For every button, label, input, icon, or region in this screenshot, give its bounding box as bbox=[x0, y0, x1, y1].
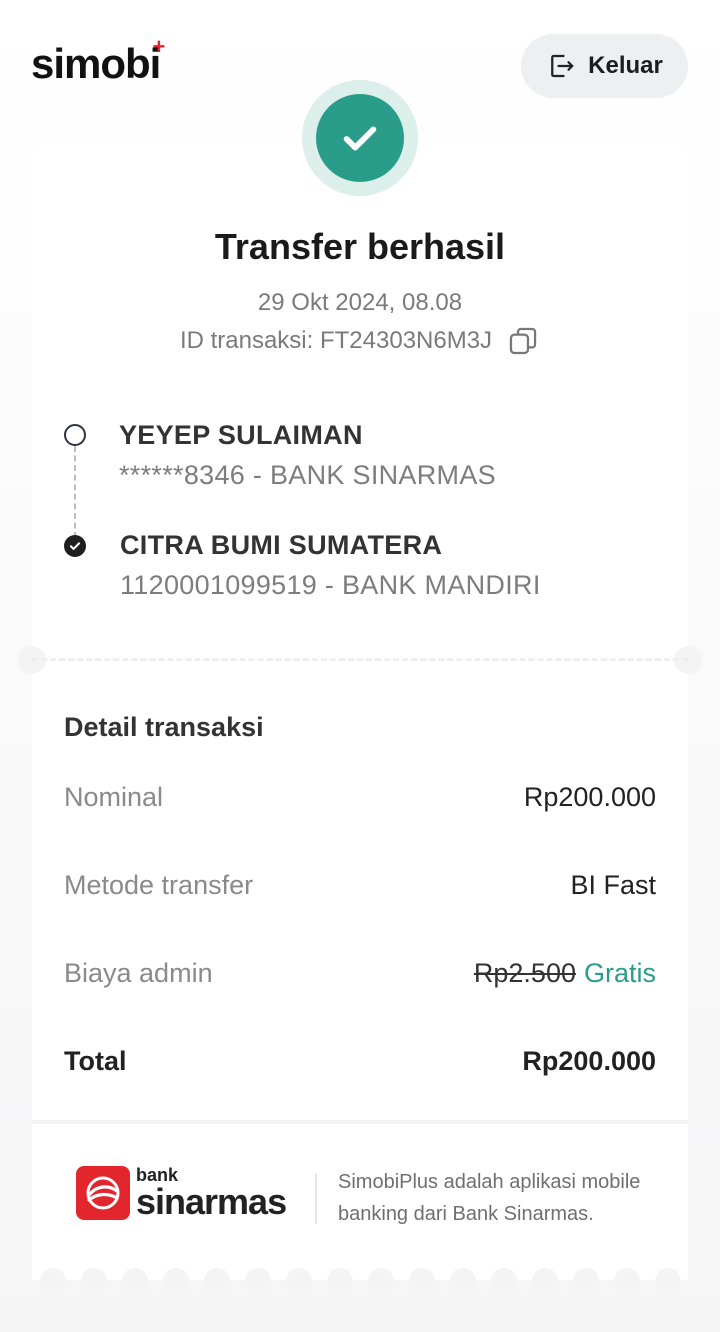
logout-icon bbox=[551, 54, 574, 78]
receipt-card: Transfer berhasil 29 Okt 2024, 08.08 ID … bbox=[18, 138, 702, 1294]
sender-account: ******8346 - BANK SINARMAS bbox=[119, 460, 496, 490]
method-label: Metode transfer bbox=[64, 870, 254, 900]
footer-divider bbox=[32, 1120, 688, 1124]
sender-dot-icon bbox=[64, 424, 86, 446]
logout-label: Keluar bbox=[588, 52, 663, 79]
recipient-account: 1120001099519 - BANK MANDIRI bbox=[120, 570, 541, 600]
detail-heading: Detail transaksi bbox=[64, 712, 264, 742]
logout-button[interactable]: Keluar bbox=[521, 34, 688, 98]
tear-line-divider bbox=[32, 658, 688, 663]
logo-plus-mark: + bbox=[152, 34, 166, 59]
method-value: BI Fast bbox=[570, 870, 656, 900]
sinarmas-mark-icon bbox=[76, 1166, 130, 1220]
bank-sinarmas-logo: bank sinarmas bbox=[76, 1166, 287, 1222]
copy-icon[interactable] bbox=[506, 324, 540, 358]
recipient-check-icon bbox=[64, 535, 86, 557]
total-label: Total bbox=[64, 1046, 127, 1076]
fee-value-group: Rp2.500 Gratis bbox=[474, 958, 656, 989]
recipient-name: CITRA BUMI SUMATERA bbox=[120, 530, 443, 560]
receipt-scalloped-edge bbox=[32, 1266, 688, 1294]
transfer-connector-line bbox=[74, 446, 76, 538]
check-icon bbox=[343, 126, 377, 151]
detail-row-nominal: Nominal Rp200.000 bbox=[64, 782, 656, 813]
total-value: Rp200.000 bbox=[522, 1046, 656, 1076]
transaction-id: ID transaksi: FT24303N6M3J bbox=[179, 327, 493, 354]
footer-description: SimobiPlus adalah aplikasi mobile bankin… bbox=[338, 1171, 641, 1225]
bank-wordmark: bank sinarmas bbox=[136, 1166, 287, 1222]
page-title: Transfer berhasil bbox=[214, 226, 506, 267]
nominal-label: Nominal bbox=[64, 782, 164, 812]
transaction-date: 29 Okt 2024, 08.08 bbox=[257, 289, 463, 316]
success-circle bbox=[316, 94, 404, 182]
detail-row-total: Total Rp200.000 bbox=[64, 1046, 656, 1077]
logo-text: simobi bbox=[31, 40, 161, 87]
sinarmas-word: sinarmas bbox=[136, 1181, 287, 1222]
simobi-logo: simobi + bbox=[31, 34, 165, 88]
fee-original: Rp2.500 bbox=[473, 958, 576, 988]
sender-name: YEYEP SULAIMAN bbox=[119, 420, 363, 450]
fee-label: Biaya admin bbox=[64, 958, 213, 988]
transaction-id-row: ID transaksi: FT24303N6M3J bbox=[32, 324, 688, 358]
fee-free: Gratis bbox=[583, 958, 656, 988]
footer-vertical-divider bbox=[315, 1174, 317, 1224]
success-status-badge bbox=[302, 80, 418, 196]
detail-row-method: Metode transfer BI Fast bbox=[64, 870, 656, 901]
nominal-value: Rp200.000 bbox=[523, 782, 656, 812]
detail-row-fee: Biaya admin Rp2.500 Gratis bbox=[64, 958, 656, 989]
